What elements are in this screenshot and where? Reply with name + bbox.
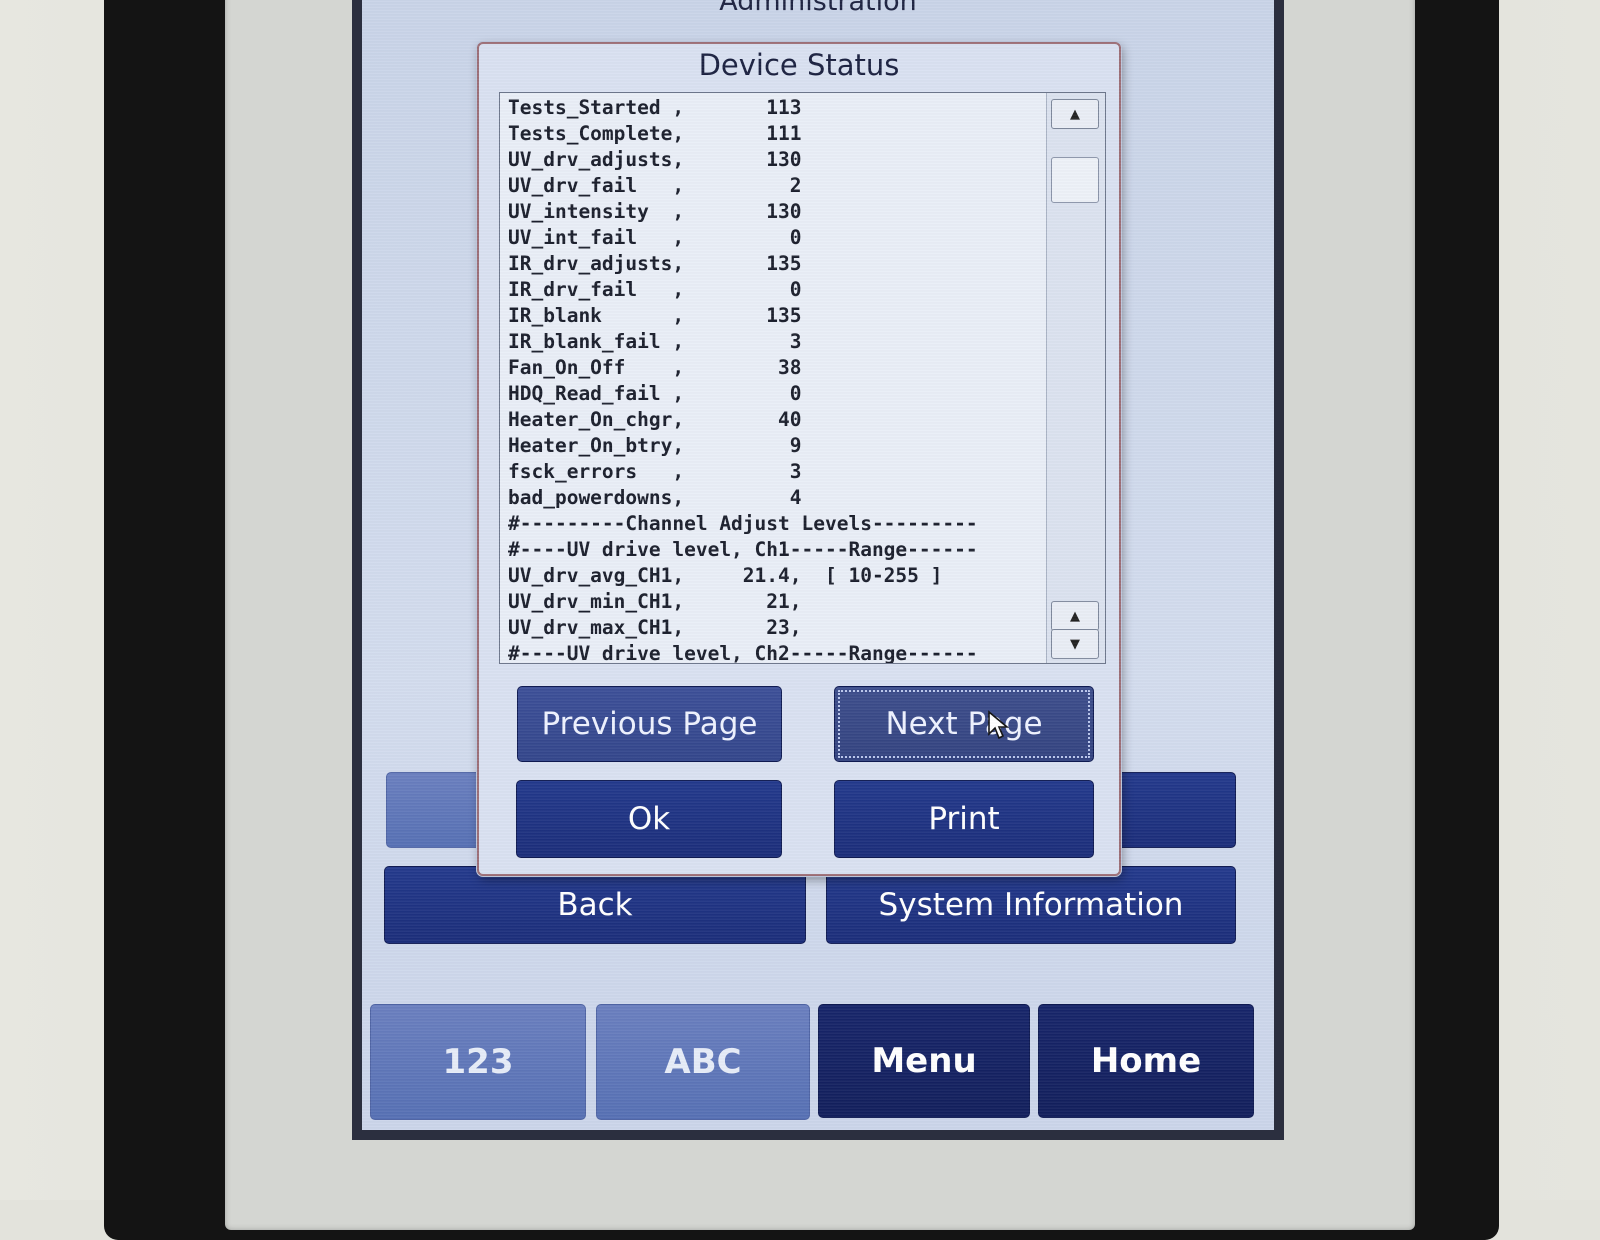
status-row: IR_blank_fail , 3 xyxy=(508,330,802,353)
scroll-down-icon[interactable]: ▼ xyxy=(1051,629,1099,659)
scrollbar[interactable]: ▲ ▲ ▼ xyxy=(1046,93,1105,663)
system-information-button[interactable]: System Information xyxy=(826,866,1236,944)
status-row: fsck_errors , 3 xyxy=(508,460,802,483)
ok-button[interactable]: Ok xyxy=(516,780,782,858)
screen-face: Administration Back System Information 1… xyxy=(362,0,1274,1130)
status-list[interactable]: Tests_Started , 113 Tests_Complete, 111 UV… xyxy=(499,92,1106,664)
status-row: bad_powerdowns, 4 xyxy=(508,486,802,509)
scroll-up-icon[interactable]: ▲ xyxy=(1051,601,1099,631)
device-status-dialog: Device Status Tests_Started , 113 Tests_C… xyxy=(477,42,1121,876)
menu-button[interactable]: Menu xyxy=(818,1004,1030,1118)
print-button[interactable]: Print xyxy=(834,780,1094,858)
status-row: Heater_On_btry, 9 xyxy=(508,434,802,457)
status-row: Tests_Complete, 111 xyxy=(508,122,802,145)
status-row: UV_drv_min_CH1, 21, xyxy=(508,590,802,613)
status-row: UV_int_fail , 0 xyxy=(508,226,802,249)
status-row: HDQ_Read_fail , 0 xyxy=(508,382,802,405)
status-row: UV_drv_adjusts, 130 xyxy=(508,148,802,171)
status-row: #---------Channel Adjust Levels--------- xyxy=(508,512,978,535)
page-title: Administration xyxy=(719,0,917,17)
back-button[interactable]: Back xyxy=(384,866,806,944)
status-row: IR_drv_adjusts, 135 xyxy=(508,252,802,275)
status-row: Tests_Started , 113 xyxy=(508,96,802,119)
previous-page-button[interactable]: Previous Page xyxy=(517,686,782,762)
numeric-keypad-button[interactable]: 123 xyxy=(370,1004,586,1120)
status-row: UV_drv_avg_CH1, 21.4, [ 10-255 ] xyxy=(508,564,943,587)
status-row: Fan_On_Off , 38 xyxy=(508,356,802,379)
status-row: UV_intensity , 130 xyxy=(508,200,802,223)
device-screen: Administration Back System Information 1… xyxy=(352,0,1284,1140)
status-row: #----UV drive level, Ch1-----Range------ xyxy=(508,538,978,561)
status-row: IR_blank , 135 xyxy=(508,304,802,327)
scroll-thumb[interactable] xyxy=(1051,157,1099,203)
dialog-title: Device Status xyxy=(698,48,900,82)
status-row: UV_drv_fail , 2 xyxy=(508,174,802,197)
home-button[interactable]: Home xyxy=(1038,1004,1254,1118)
next-page-button[interactable]: Next Page xyxy=(834,686,1094,762)
status-row: #----UV drive level, Ch2-----Range------ xyxy=(508,642,978,664)
status-row: IR_drv_fail , 0 xyxy=(508,278,802,301)
status-row: Heater_On_chgr, 40 xyxy=(508,408,802,431)
alpha-keypad-button[interactable]: ABC xyxy=(596,1004,810,1120)
scroll-up-icon[interactable]: ▲ xyxy=(1051,99,1099,129)
status-row: UV_drv_max_CH1, 23, xyxy=(508,616,802,639)
status-rows: Tests_Started , 113 Tests_Complete, 111 UV… xyxy=(508,95,978,664)
